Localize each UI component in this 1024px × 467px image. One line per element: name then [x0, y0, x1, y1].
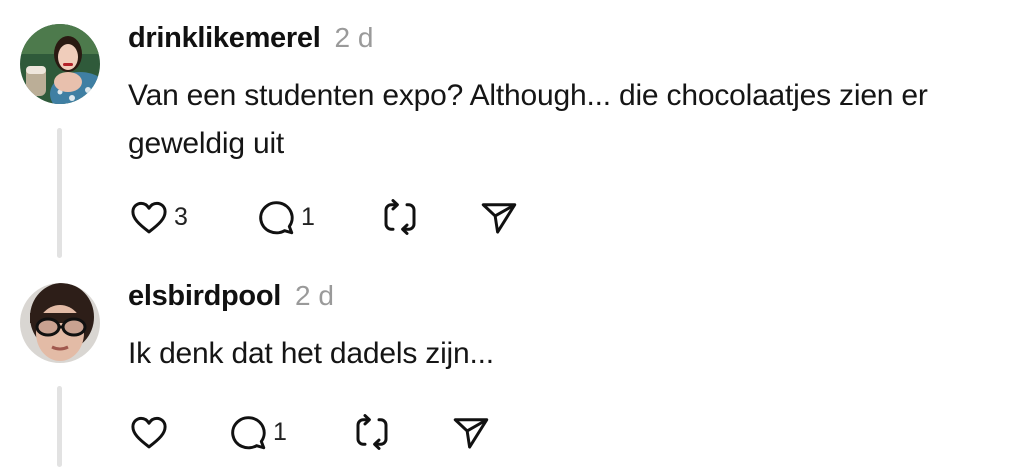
like-button[interactable]: 3: [128, 195, 188, 239]
repost-icon: [351, 411, 393, 453]
post-header: elsbirdpool 2 d: [128, 280, 334, 313]
username[interactable]: elsbirdpool: [128, 280, 281, 312]
action-bar: 3 1: [128, 195, 528, 239]
heart-icon: [128, 411, 170, 453]
comment-icon: [227, 411, 269, 453]
reply-post: elsbirdpool 2 d Ik denk dat het dadels zi…: [0, 260, 1024, 467]
repost-icon: [379, 196, 421, 238]
repost-button[interactable]: [379, 195, 421, 239]
reply-count: 1: [301, 202, 315, 231]
action-bar: 1: [128, 410, 528, 454]
share-button[interactable]: [478, 195, 520, 239]
reply-button[interactable]: 1: [227, 410, 287, 454]
thread-line: [57, 386, 62, 467]
thread-line: [57, 128, 62, 258]
like-button[interactable]: [128, 410, 174, 454]
post-text: Van een studenten expo? Although... die …: [128, 79, 928, 160]
comment-icon: [255, 196, 297, 238]
share-button[interactable]: [450, 410, 492, 454]
send-icon: [478, 196, 520, 238]
repost-button[interactable]: [351, 410, 393, 454]
send-icon: [450, 411, 492, 453]
post-text: Ik denk dat het dadels zijn...: [128, 337, 494, 370]
like-count: 3: [174, 202, 188, 231]
reply-post: drinklikemerel 2 d Van een studenten expo…: [0, 0, 1024, 260]
avatar[interactable]: [20, 283, 100, 363]
reply-button[interactable]: 1: [255, 195, 315, 239]
avatar[interactable]: [20, 24, 100, 104]
timestamp: 2 d: [334, 22, 374, 53]
timestamp: 2 d: [295, 280, 334, 311]
heart-icon: [128, 196, 170, 238]
username[interactable]: drinklikemerel: [128, 22, 321, 54]
post-header: drinklikemerel 2 d: [128, 22, 373, 55]
reply-count: 1: [273, 417, 287, 446]
